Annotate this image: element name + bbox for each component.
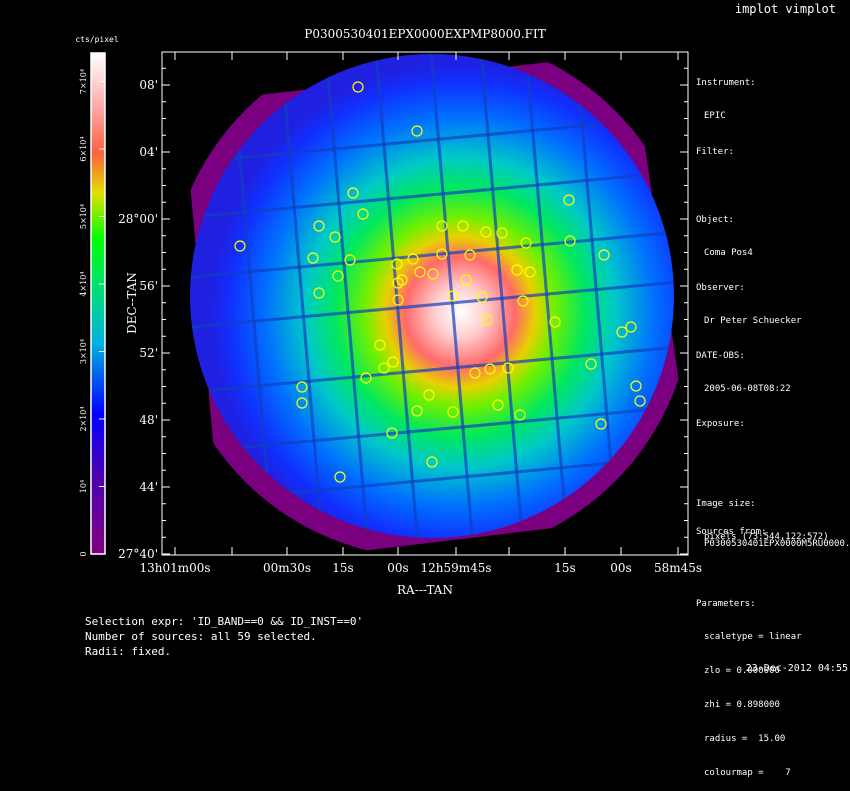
x-tick-label: 00s	[610, 561, 631, 575]
y-tick-label: 27°40'	[118, 547, 158, 561]
param-radius: radius = 15.00	[704, 734, 786, 744]
y-tick-label: 52'	[139, 346, 158, 360]
x-axis-label: RA---TAN	[397, 583, 453, 597]
colorbar-tick-label: 4×10⁴	[79, 271, 88, 296]
instrument-label: Instrument:	[696, 78, 756, 88]
timestamp: 23-Dec-2012 04:55	[745, 663, 848, 674]
image-size-label: Image size:	[696, 499, 756, 509]
object-value: Coma Pos4	[704, 248, 753, 258]
param-zhi: zhi = 0.898000	[704, 700, 780, 710]
x-tick-label: 15s	[332, 561, 353, 575]
parameters-label: Parameters:	[696, 599, 756, 609]
info-panel: Instrument: EPIC Filter: Object: Coma Po…	[696, 58, 829, 791]
x-tick-label: 58m45s	[654, 561, 702, 575]
colorbar-tick-label: 10⁴	[79, 480, 88, 493]
y-tick-label: 44'	[139, 480, 158, 494]
param-colourmap: colourmap = 7	[704, 768, 791, 778]
date-label: DATE-OBS:	[696, 351, 745, 361]
x-tick-label: 12h59m45s	[420, 561, 491, 575]
colorbar-tick-label: 0	[79, 551, 88, 556]
colorbar-tick-label: 7×10⁴	[79, 69, 88, 94]
sources-file: P0300530401EPX0000M5RU0000.F	[704, 539, 850, 549]
sources-label: Sources from:	[696, 527, 767, 537]
number-of-sources: Number of sources: all 59 selected.	[85, 630, 317, 643]
y-tick-label: 28°00'	[118, 212, 158, 226]
colorbar-tick-label: 5×10⁴	[79, 204, 88, 229]
y-tick-label: 04'	[139, 145, 158, 159]
y-tick-label: 48'	[139, 413, 158, 427]
filter-label: Filter:	[696, 147, 734, 157]
colorbar	[90, 52, 106, 555]
x-tick-label: 15s	[554, 561, 575, 575]
param-scaletype: scaletype = linear	[704, 632, 802, 642]
plot-title: P0300530401EPX0000EXPMP8000.FIT	[304, 27, 546, 41]
image-data	[182, 52, 692, 558]
object-label: Object:	[696, 215, 734, 225]
x-tick-label: 00s	[387, 561, 408, 575]
selection-expr: Selection expr: 'ID_BAND==0 && ID_INST==…	[85, 615, 364, 628]
radii: Radii: fixed.	[85, 645, 172, 658]
y-axis-label: DEC--TAN	[125, 272, 139, 334]
observer-label: Observer:	[696, 283, 745, 293]
colorbar-label: cts/pixel	[75, 35, 119, 44]
y-tick-label: 08'	[139, 78, 158, 92]
date-value: 2005-06-08T08:22	[704, 384, 791, 394]
y-tick-label: 56'	[139, 279, 158, 293]
x-tick-label: 00m30s	[263, 561, 311, 575]
colorbar-tick-label: 6×10⁴	[79, 136, 88, 161]
colorbar-tick-label: 3×10⁴	[79, 339, 88, 364]
observer-value: Dr Peter Schuecker	[704, 316, 802, 326]
colorbar-tick-label: 2×10⁴	[79, 406, 88, 431]
exposure-label: Exposure:	[696, 419, 745, 429]
instrument-value: EPIC	[704, 111, 726, 121]
x-tick-label: 13h01m00s	[139, 561, 210, 575]
